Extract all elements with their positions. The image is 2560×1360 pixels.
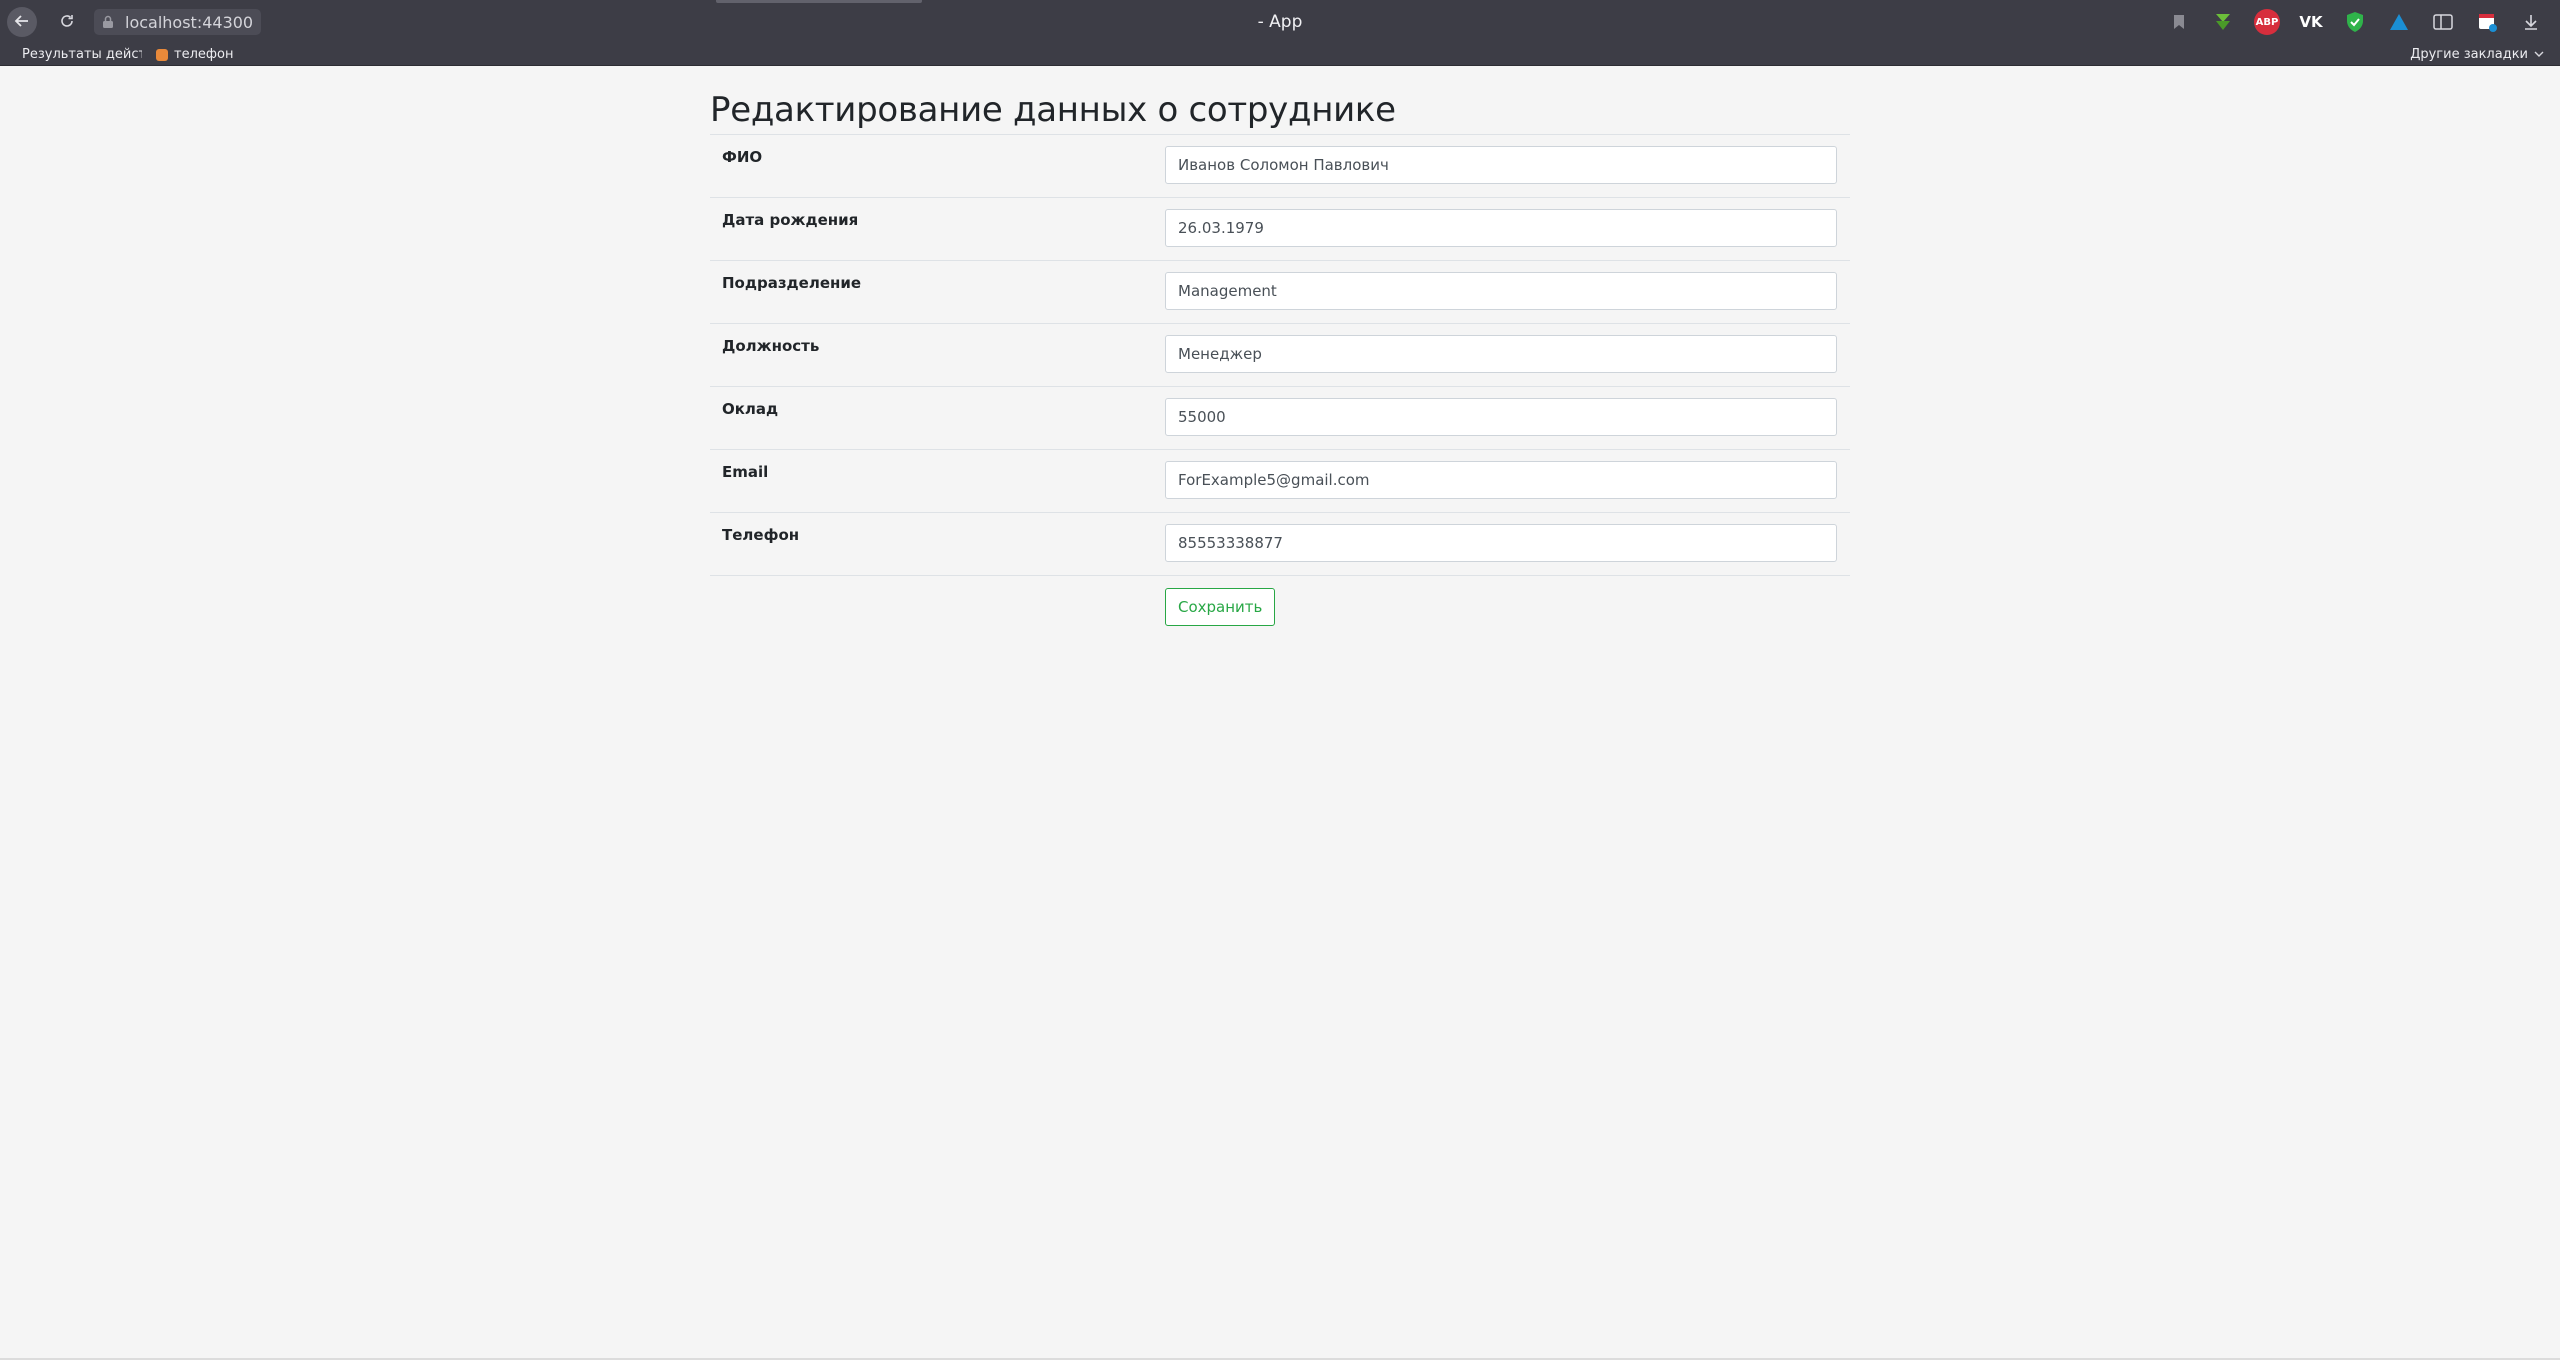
phone-field[interactable] — [1165, 524, 1837, 562]
field-label: Оклад — [710, 386, 1165, 450]
email-field[interactable] — [1165, 461, 1837, 499]
fio-field[interactable] — [1165, 146, 1837, 184]
form-row-fio: ФИО — [710, 134, 1850, 198]
vk-icon[interactable]: VK — [2298, 9, 2324, 35]
lock-icon — [100, 14, 116, 30]
bookmark-icon[interactable] — [2166, 9, 2192, 35]
bookmark-favicon-icon — [156, 48, 168, 61]
field-label: ФИО — [710, 134, 1165, 198]
form-row-birthdate: Дата рождения — [710, 197, 1850, 261]
form-row-position: Должность — [710, 323, 1850, 387]
back-arrow-icon — [14, 10, 30, 34]
shield-check-icon[interactable] — [2342, 9, 2368, 35]
reload-icon — [59, 10, 75, 34]
chevron-down-icon — [2534, 47, 2544, 62]
field-label: Подразделение — [710, 260, 1165, 324]
bookmark-label: Результаты действ — [22, 47, 142, 62]
department-field[interactable] — [1165, 272, 1837, 310]
sidebar-panel-icon[interactable] — [2430, 9, 2456, 35]
form-row-email: Email — [710, 449, 1850, 513]
field-label: Телефон — [710, 512, 1165, 576]
form-row-phone: Телефон — [710, 512, 1850, 576]
page-title: Редактирование данных о сотруднике — [710, 90, 1396, 130]
window-title: - App — [1257, 12, 1303, 32]
main-container: Редактирование данных о сотруднике ФИО Д… — [710, 66, 1850, 626]
url-text: localhost:44300 — [125, 12, 254, 32]
field-label: Должность — [710, 323, 1165, 387]
bookmark-phone[interactable]: телефон — [156, 47, 233, 62]
birthdate-field[interactable] — [1165, 209, 1837, 247]
back-button[interactable] — [7, 7, 37, 37]
form-row-salary: Оклад — [710, 386, 1850, 450]
other-bookmarks-folder[interactable]: Другие закладки — [2410, 47, 2544, 62]
bookmarks-bar: Результаты действ телефон Другие закладк… — [0, 44, 2560, 66]
triangle-extension-icon[interactable] — [2386, 9, 2412, 35]
calendar-extension-icon[interactable] — [2474, 9, 2500, 35]
browser-toolbar: localhost:44300 - App ABP VK — [0, 0, 2560, 44]
tab-indicator — [716, 0, 922, 3]
bookmark-results[interactable]: Результаты действ — [16, 47, 142, 62]
bookmark-label: телефон — [174, 47, 234, 62]
position-field[interactable] — [1165, 335, 1837, 373]
save-button[interactable]: Сохранить — [1165, 588, 1276, 626]
field-label: Дата рождения — [710, 197, 1165, 261]
address-bar[interactable]: localhost:44300 — [94, 9, 262, 35]
salary-field[interactable] — [1165, 398, 1837, 436]
reload-button[interactable] — [52, 7, 82, 37]
employee-edit-form: ФИО Дата рождения Подразделение Должност… — [710, 134, 1850, 576]
download-manager-extension-icon[interactable] — [2210, 9, 2236, 35]
extensions-toolbar: ABP VK — [2166, 9, 2544, 35]
form-actions: Сохранить — [710, 576, 1850, 626]
field-label: Email — [710, 449, 1165, 513]
adblock-plus-icon[interactable]: ABP — [2254, 9, 2280, 35]
download-icon[interactable] — [2518, 9, 2544, 35]
form-row-department: Подразделение — [710, 260, 1850, 324]
other-bookmarks-label: Другие закладки — [2410, 47, 2528, 62]
